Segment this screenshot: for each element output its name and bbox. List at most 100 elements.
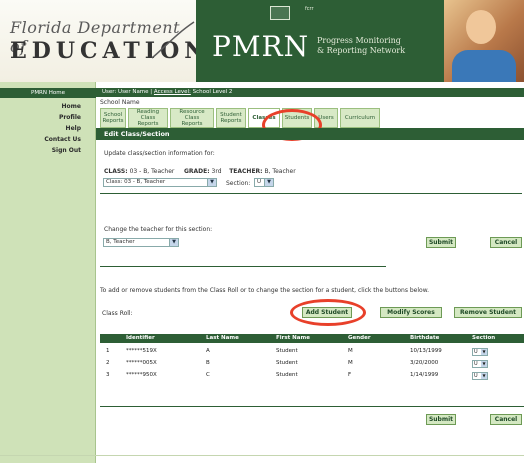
row-number: 3 (106, 372, 110, 378)
row-first-name: Student (276, 348, 298, 354)
remove-student-button[interactable]: Remove Student (454, 307, 522, 318)
teacher-select-value: B, Teacher (106, 239, 135, 245)
add-student-highlight (290, 299, 366, 326)
row-number: 2 (106, 360, 110, 366)
modify-scores-button[interactable]: Modify Scores (380, 307, 442, 318)
teacher-select[interactable]: B, Teacher ▼ (103, 238, 179, 247)
fdoe-logo: Florida Department of EDUCATION (0, 0, 204, 82)
swoosh-icon (151, 21, 195, 59)
section-select-label: Section: (226, 180, 251, 187)
class-label: CLASS: (104, 168, 128, 175)
row-birthdate: 3/20/2000 (410, 360, 439, 366)
nav-sign-out[interactable]: Sign Out (52, 147, 81, 154)
chevron-down-icon: ▼ (264, 179, 273, 186)
row-gender: M (348, 348, 353, 354)
section-select[interactable]: U ▼ (254, 178, 274, 187)
roll-table-header: Identifier Last Name First Name Gender B… (100, 334, 524, 343)
cancel-teacher-button[interactable]: Cancel (490, 237, 522, 248)
row-section-select[interactable]: U ▼ (472, 348, 488, 356)
nav-profile[interactable]: Profile (59, 114, 81, 121)
row-gender: M (348, 360, 353, 366)
user-bar: User: User Name | Access Level: School L… (96, 88, 524, 97)
access-level-value: School Level 2 (192, 89, 233, 95)
row-birthdate: 1/14/1999 (410, 372, 439, 378)
tab-school-reports[interactable]: School Reports (100, 108, 126, 128)
chevron-down-icon: ▼ (207, 179, 216, 186)
school-name: School Name (100, 99, 140, 106)
tab-resource-class-reports[interactable]: Resource Class Reports (170, 108, 214, 128)
submit-roll-button[interactable]: Submit (426, 414, 456, 425)
row-section-value: U (474, 373, 478, 379)
row-section-select[interactable]: U ▼ (472, 360, 488, 368)
section-title: Edit Class/Section (96, 128, 524, 140)
chevron-down-icon: ▼ (481, 349, 487, 355)
roll-instructions: To add or remove students from the Class… (100, 287, 429, 294)
grade-label: GRADE: (183, 168, 210, 175)
partner-logo-text: fcrr (305, 6, 314, 12)
tab-reading-class-reports[interactable]: Reading Class Reports (128, 108, 168, 128)
chevron-down-icon: ▼ (481, 361, 487, 367)
row-last-name: C (206, 372, 210, 378)
row-gender: F (348, 372, 352, 378)
row-birthdate: 10/13/1999 (410, 348, 442, 354)
app-name: PMRN (212, 30, 310, 63)
teacher-value: B, Teacher (264, 168, 296, 175)
row-identifier: ******950X (126, 372, 157, 378)
teacher-label: TEACHER: (229, 168, 263, 175)
partner-logo (270, 6, 290, 20)
row-first-name: Student (276, 372, 298, 378)
class-value: 03 - B, Teacher (129, 168, 175, 175)
table-row: 3 ******950X C Student F 1/14/1999 U ▼ (100, 370, 524, 381)
app-subtitle-line2: & Reporting Network (317, 46, 406, 55)
table-row: 1 ******519X A Student M 10/13/1999 U ▼ (100, 346, 524, 357)
nav-contact-us[interactable]: Contact Us (44, 136, 81, 143)
col-section: Section (472, 335, 496, 341)
submit-teacher-button[interactable]: Submit (426, 237, 456, 248)
row-section-value: U (474, 349, 478, 355)
grade-value: 3rd (211, 168, 222, 175)
left-sidebar: PMRN Home Home Profile Help Contact Us S… (0, 82, 96, 463)
chevron-down-icon: ▼ (481, 373, 487, 379)
access-level-link[interactable]: Access Level: (154, 89, 191, 95)
row-section-select[interactable]: U ▼ (472, 372, 488, 380)
table-row: 2 ******005X B Student M 3/20/2000 U ▼ (100, 358, 524, 369)
app-subtitle-line1: Progress Monitoring (317, 36, 401, 45)
footer-divider (0, 455, 524, 456)
tab-curriculum[interactable]: Curriculum (340, 108, 380, 128)
col-birthdate: Birthdate (410, 335, 440, 341)
nav-help[interactable]: Help (66, 125, 81, 132)
class-select[interactable]: Class: 03 - B, Teacher ▼ (103, 178, 217, 187)
header-banner: Florida Department of EDUCATION fcrr PMR… (0, 0, 524, 82)
change-teacher-label: Change the teacher for this section: (104, 226, 213, 233)
divider (100, 193, 522, 194)
section-select-value: U (257, 179, 262, 185)
student-photo-shirt (452, 50, 516, 82)
student-photo-face (466, 10, 496, 44)
tab-student-reports[interactable]: Student Reports (216, 108, 246, 128)
row-section-value: U (474, 361, 478, 367)
row-last-name: B (206, 360, 210, 366)
class-info: CLASS: 03 - B, Teacher GRADE: 3rd TEACHE… (104, 168, 504, 175)
user-name: User: User Name (102, 89, 149, 95)
chevron-down-icon: ▼ (169, 239, 178, 246)
pmrn-home-link[interactable]: PMRN Home (0, 88, 96, 98)
update-instructions: Update class/section information for: (104, 150, 215, 157)
row-first-name: Student (276, 360, 298, 366)
cancel-roll-button[interactable]: Cancel (490, 414, 522, 425)
col-gender: Gender (348, 335, 371, 341)
tab-bar: School Reports Reading Class Reports Res… (100, 108, 380, 128)
row-identifier: ******005X (126, 360, 157, 366)
class-roll-label: Class Roll: (102, 310, 133, 317)
col-last-name: Last Name (206, 335, 239, 341)
row-identifier: ******519X (126, 348, 157, 354)
pmrn-app: Florida Department of EDUCATION fcrr PMR… (0, 0, 524, 463)
nav-home[interactable]: Home (62, 103, 81, 110)
class-select-label: Class: (106, 179, 123, 185)
class-select-value: 03 - B, Teacher (124, 179, 166, 185)
col-identifier: Identifier (126, 335, 155, 341)
app-subtitle: Progress Monitoring & Reporting Network (317, 36, 405, 56)
col-first-name: First Name (276, 335, 310, 341)
row-number: 1 (106, 348, 110, 354)
divider (100, 406, 524, 407)
row-last-name: A (206, 348, 210, 354)
